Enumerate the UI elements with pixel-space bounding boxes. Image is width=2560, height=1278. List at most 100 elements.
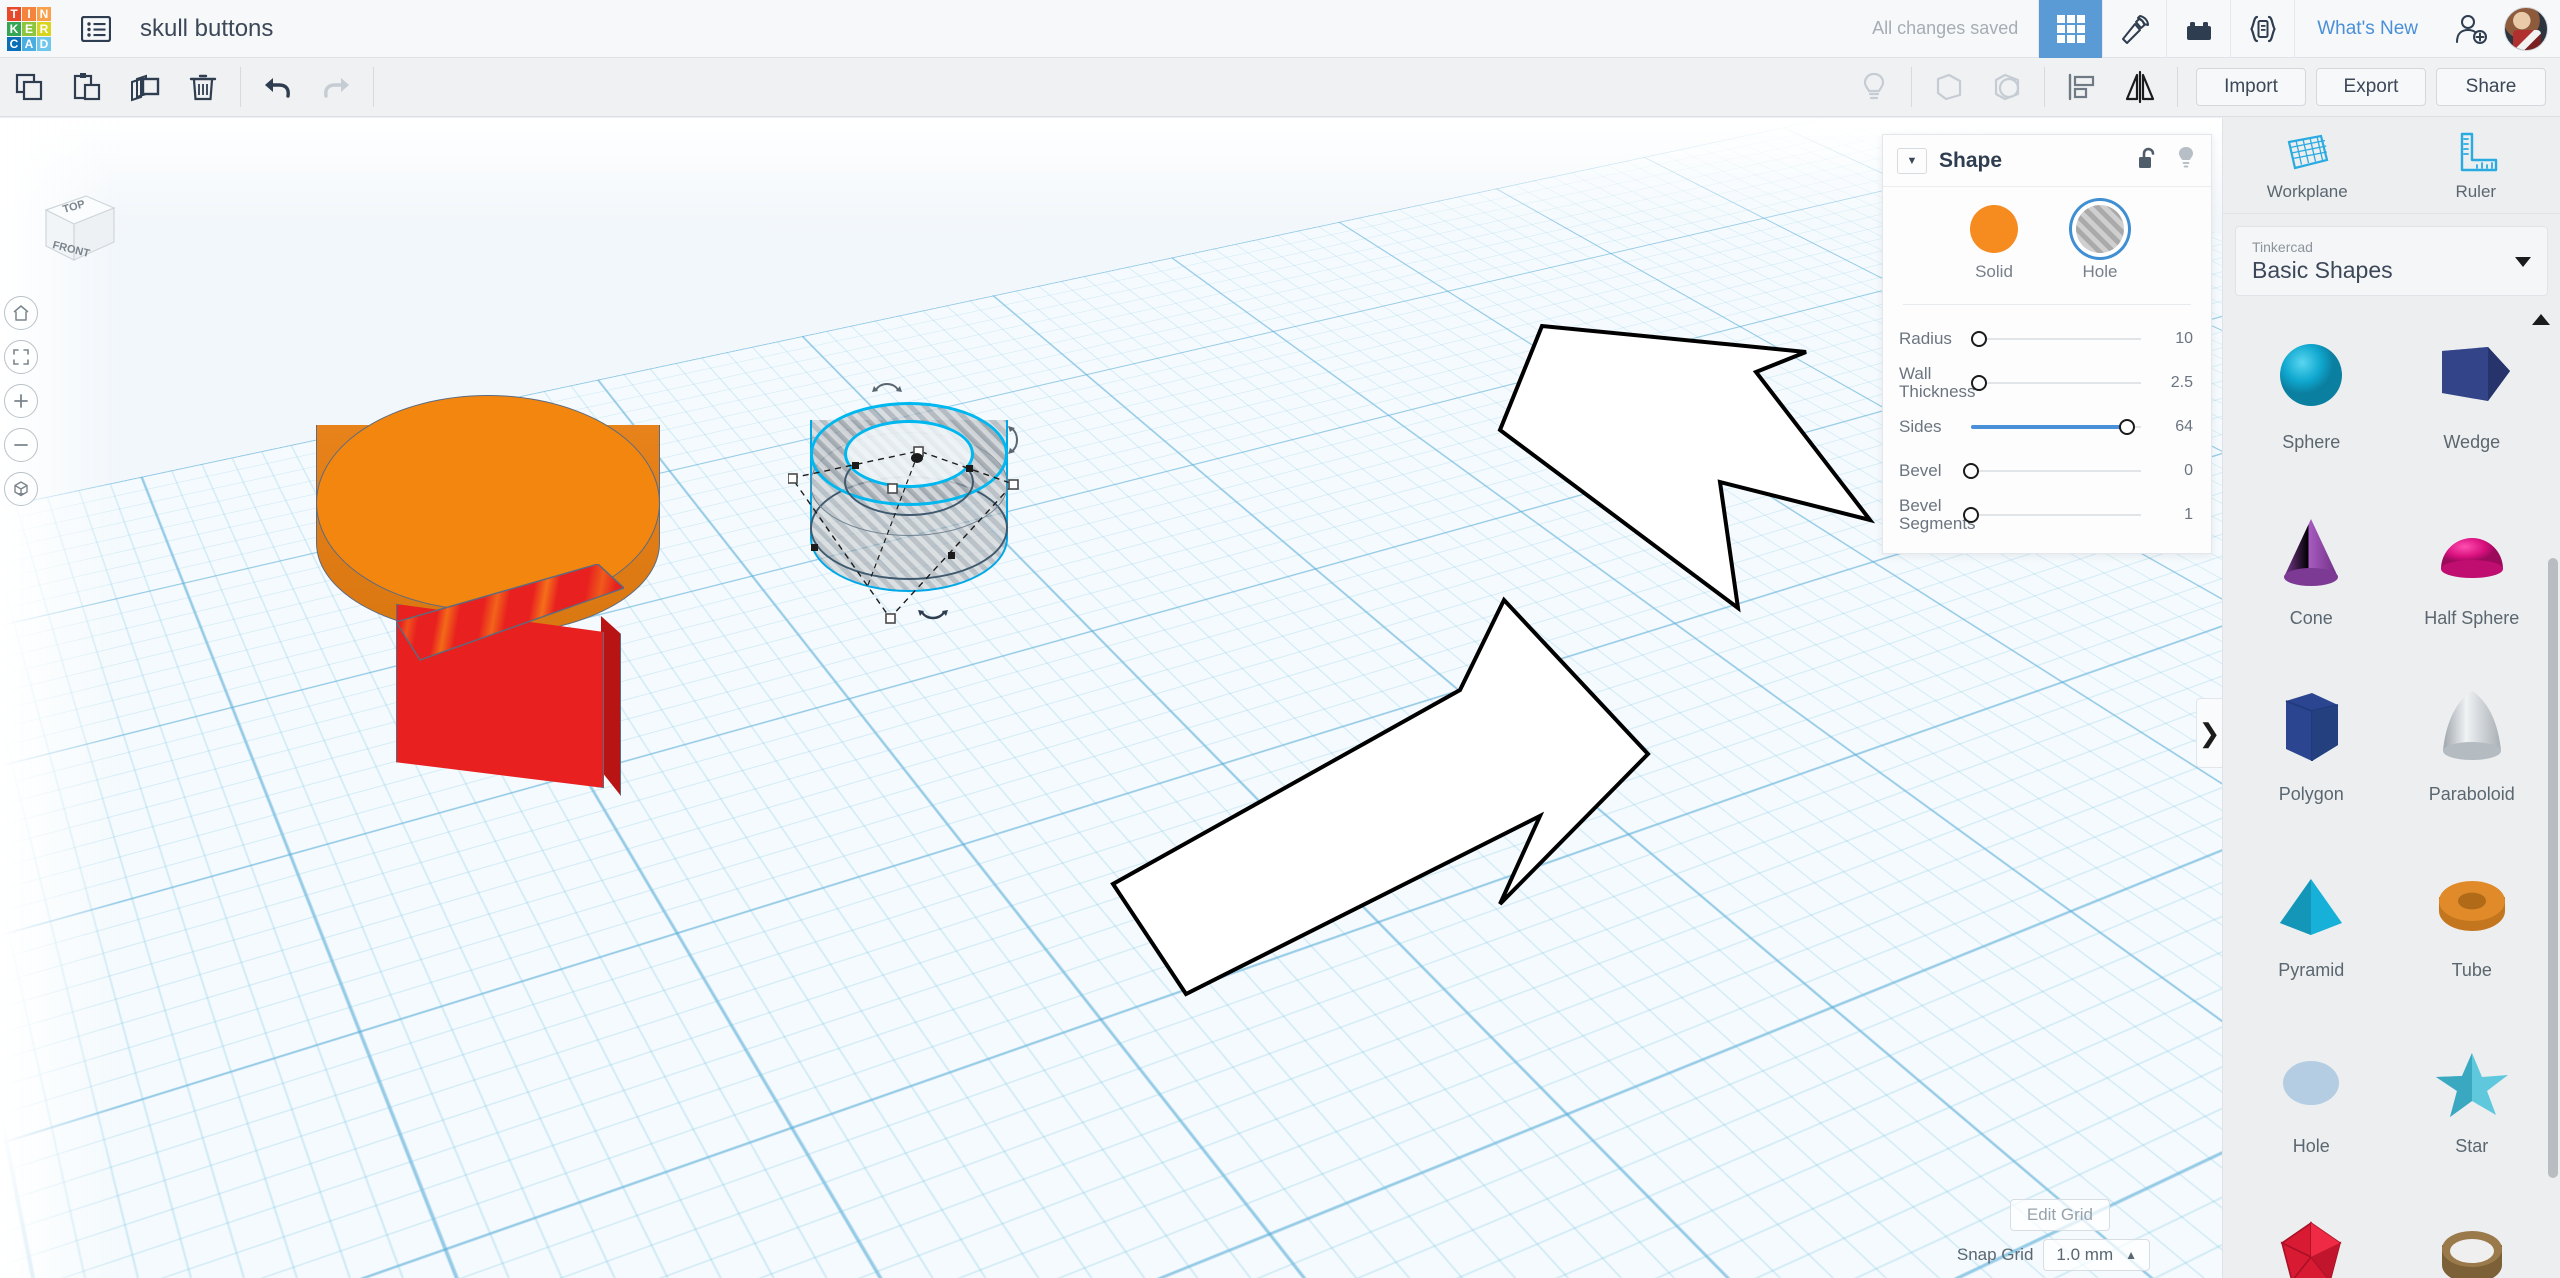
- shape-cone[interactable]: Cone: [2231, 488, 2392, 664]
- shape-wedge[interactable]: Wedge: [2392, 312, 2553, 488]
- shape-sphere-label: Sphere: [2282, 432, 2341, 452]
- copy-button[interactable]: [0, 58, 58, 117]
- trash-icon[interactable]: [174, 58, 232, 117]
- add-person-icon[interactable]: [2440, 0, 2502, 58]
- unlock-icon[interactable]: [2137, 146, 2159, 175]
- radius-thumb[interactable]: [1971, 331, 1987, 347]
- zoom-out-button[interactable]: [4, 428, 38, 462]
- bevel-slider[interactable]: Bevel 0: [1883, 449, 2211, 493]
- tube-inner-hole: [844, 420, 974, 488]
- polygon-thumb: [2263, 682, 2359, 778]
- lightbulb-icon: [1845, 58, 1903, 117]
- zoom-in-button[interactable]: [4, 384, 38, 418]
- export-button[interactable]: Export: [2316, 68, 2426, 106]
- rotate-handle-top[interactable]: [872, 376, 902, 402]
- edit-grid-button[interactable]: Edit Grid: [2009, 1199, 2110, 1231]
- toolbar-right-group: Import Export Share: [1845, 58, 2560, 117]
- shape-tube[interactable]: Tube: [2392, 840, 2553, 1016]
- wall-thickness-track[interactable]: [1971, 369, 2147, 397]
- shape-pyramid[interactable]: Pyramid: [2231, 840, 2392, 1016]
- codeblocks-icon[interactable]: [2230, 0, 2294, 58]
- fit-view-button[interactable]: [4, 340, 38, 374]
- shape-ring[interactable]: Ring: [2392, 1192, 2553, 1278]
- panel-toggle-button[interactable]: ❯: [2196, 698, 2222, 768]
- share-button[interactable]: Share: [2436, 68, 2546, 106]
- ruler-tool[interactable]: Ruler: [2392, 118, 2560, 213]
- list-menu-icon[interactable]: [74, 7, 118, 51]
- snap-grid-label: Snap Grid: [1956, 1245, 2034, 1264]
- shape-panel-body: Solid Hole Radius 10 Wall Thickness 2.5: [1883, 187, 2211, 553]
- bevel-segments-track[interactable]: [1963, 501, 2147, 529]
- view-cube[interactable]: TOP FRONT: [24, 188, 124, 278]
- save-status: All changes saved: [1872, 18, 2019, 38]
- caret-down-icon: [2515, 257, 2531, 267]
- hole-mode-button[interactable]: Hole: [2076, 205, 2124, 282]
- wedge-thumb: [2424, 330, 2520, 426]
- sidebar-scrollbar[interactable]: [2548, 558, 2558, 1178]
- sides-slider[interactable]: Sides 64: [1883, 405, 2211, 449]
- duplicate-button[interactable]: [116, 58, 174, 117]
- wall-thickness-thumb[interactable]: [1971, 375, 1987, 391]
- lego-brick-icon[interactable]: [2166, 0, 2230, 58]
- wall-thickness-slider[interactable]: Wall Thickness 2.5: [1883, 361, 2211, 405]
- bevel-segments-thumb[interactable]: [1963, 507, 1979, 523]
- logo-tile: R: [37, 21, 51, 36]
- avatar[interactable]: [2504, 6, 2548, 51]
- align-icon[interactable]: [2053, 58, 2111, 117]
- shape-half-sphere[interactable]: Half Sphere: [2392, 488, 2553, 664]
- radius-track[interactable]: [1971, 325, 2147, 353]
- mirror-flip-icon[interactable]: [2111, 58, 2169, 117]
- shape-row: Sphere Wedge: [2231, 312, 2552, 488]
- shape-star[interactable]: Star: [2392, 1016, 2553, 1192]
- shape-row: Hole Star: [2231, 1016, 2552, 1192]
- sides-fill: [1971, 425, 2126, 429]
- home-view-button[interactable]: [4, 296, 38, 330]
- snap-grid-value: 1.0 mm: [2056, 1245, 2114, 1264]
- radius-slider[interactable]: Radius 10: [1883, 317, 2211, 361]
- solid-mode-button[interactable]: Solid: [1970, 205, 2018, 282]
- bevel-segments-slider[interactable]: Bevel Segments 1: [1883, 493, 2211, 537]
- slider-line: [1971, 470, 2141, 472]
- main-toolbar: Import Export Share: [0, 58, 2560, 117]
- logo-tile: I: [22, 6, 36, 21]
- undo-arrow-icon[interactable]: [249, 58, 307, 117]
- sides-thumb[interactable]: [2118, 419, 2135, 435]
- paste-button[interactable]: [58, 58, 116, 117]
- tinkercad-logo[interactable]: T I N K E R C A D: [0, 0, 58, 58]
- sides-value: 64: [2175, 418, 2193, 435]
- shape-tube-label: Tube: [2451, 960, 2492, 980]
- bevel-track[interactable]: [1963, 457, 2147, 485]
- snap-grid-control: Snap Grid 1.0 mm ▲: [1957, 1239, 2150, 1271]
- shape-hole[interactable]: Hole: [2231, 1016, 2392, 1192]
- red-box[interactable]: [396, 564, 624, 808]
- shape-wedge-label: Wedge: [2443, 432, 2501, 452]
- rotate-handle-right[interactable]: [1006, 424, 1024, 462]
- shape-half-sphere-label: Half Sphere: [2424, 608, 2520, 628]
- rotate-handle-bottom[interactable]: [918, 604, 948, 630]
- shape-icosahedron[interactable]: Icosahedron: [2231, 1192, 2392, 1278]
- shape-polygon[interactable]: Polygon: [2231, 664, 2392, 840]
- shape-paraboloid[interactable]: Paraboloid: [2392, 664, 2553, 840]
- library-owner-label: Tinkercad: [2252, 238, 2313, 255]
- chevron-down-icon[interactable]: ▼: [1897, 147, 1927, 174]
- group-icon: [1920, 58, 1978, 117]
- lightbulb-icon[interactable]: [2175, 145, 2197, 176]
- import-button[interactable]: Import: [2196, 68, 2306, 106]
- blocks-grid-icon[interactable]: [2038, 0, 2103, 58]
- whats-new-link[interactable]: What's New: [2294, 0, 2440, 58]
- sidebar-tools: Workplane Ruler: [2223, 118, 2560, 214]
- tube-hole-object[interactable]: [788, 383, 1040, 630]
- shape-library-select[interactable]: Tinkercad Basic Shapes: [2235, 226, 2548, 296]
- shape-sphere[interactable]: Sphere: [2231, 312, 2392, 488]
- wall-thickness-value: 2.5: [2170, 374, 2193, 391]
- radius-value: 10: [2175, 330, 2193, 347]
- ortho-toggle-button[interactable]: [4, 472, 38, 506]
- slider-line: [1971, 382, 2141, 384]
- bevel-thumb[interactable]: [1963, 463, 1979, 479]
- sides-track[interactable]: [1971, 413, 2147, 441]
- snap-grid-select[interactable]: 1.0 mm ▲: [2043, 1239, 2150, 1271]
- icosahedron-thumb: [2263, 1210, 2359, 1278]
- workplane-tool[interactable]: Workplane: [2223, 118, 2392, 213]
- pickaxe-icon[interactable]: [2102, 0, 2166, 58]
- slider-line: [1971, 514, 2141, 516]
